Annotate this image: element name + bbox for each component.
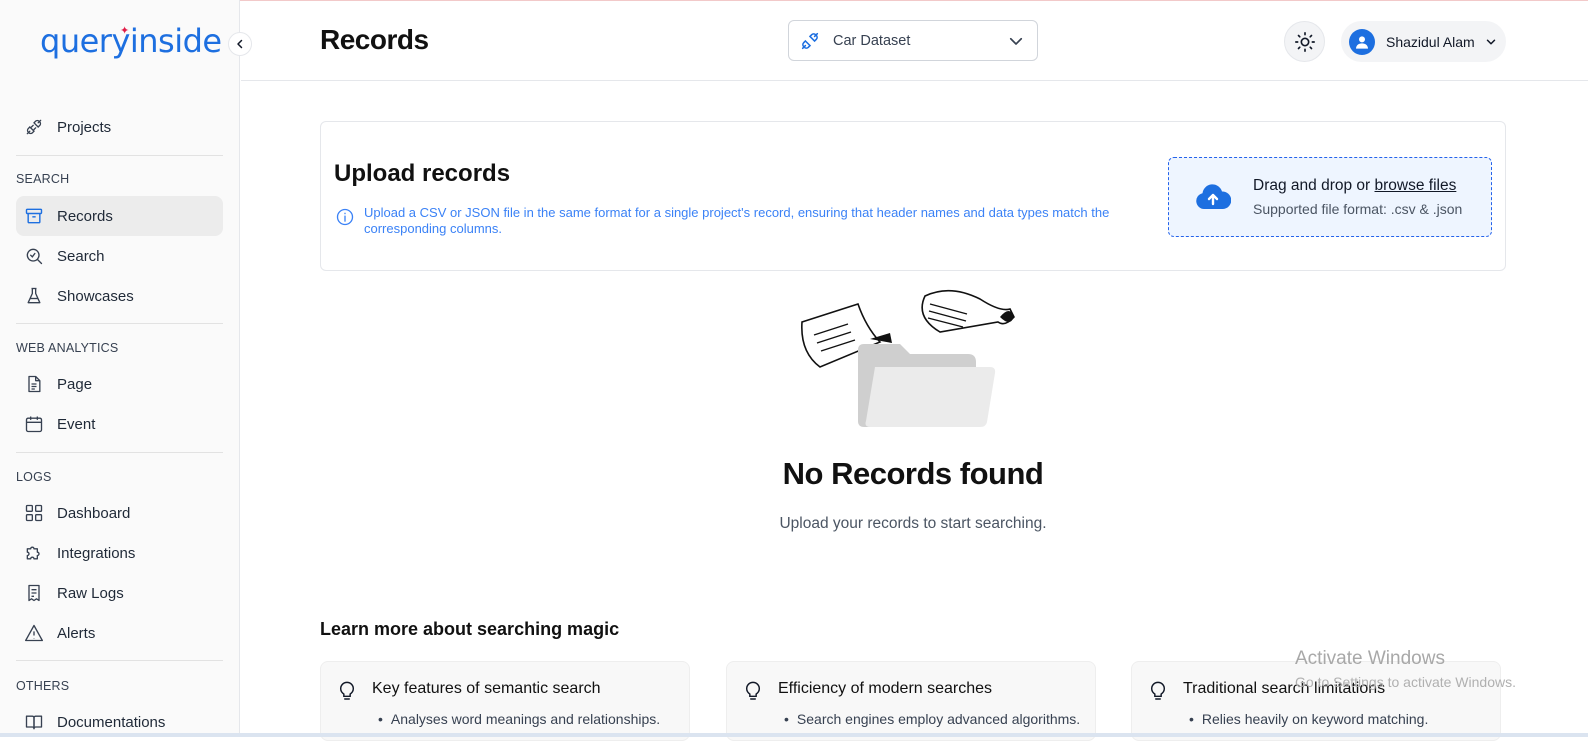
learn-card-semantic-search[interactable]: Key features of semantic search Analyses… <box>320 661 690 741</box>
logo-spark-icon: ✦ <box>120 25 130 37</box>
sidebar-item-label: Raw Logs <box>57 584 124 602</box>
dropzone-main-text: Drag and drop or browse files <box>1253 177 1462 195</box>
warning-icon <box>25 624 43 642</box>
section-title-web-analytics: WEB ANALYTICS <box>16 341 119 355</box>
user-icon <box>1356 35 1368 49</box>
section-title-others: OTHERS <box>16 679 70 693</box>
supported-formats: Supported file format: .csv & .json <box>1253 201 1463 217</box>
archive-icon <box>25 208 43 224</box>
dataset-select-value: Car Dataset <box>833 32 911 49</box>
lightbulb-icon <box>1150 681 1166 700</box>
upload-info: Upload a CSV or JSON file in the same fo… <box>335 205 1134 237</box>
sidebar-divider <box>16 660 223 661</box>
search-icon <box>26 248 43 265</box>
document-icon <box>28 375 41 393</box>
learn-more-title: Learn more about searching magic <box>320 619 620 639</box>
page-title: Records <box>320 24 429 55</box>
learn-card-title: Key features of semantic search <box>372 680 601 697</box>
learn-card-traditional-search[interactable]: Traditional search limitations Relies he… <box>1131 661 1501 741</box>
app-logo[interactable]: queryinside <box>40 22 222 60</box>
learn-card-bullet: Search engines employ advanced algorithm… <box>784 711 1080 727</box>
section-title-logs: LOGS <box>16 470 52 484</box>
chevron-down-icon <box>1486 38 1495 45</box>
sidebar: queryinside ✦ Projects SEARCH Records Se… <box>0 0 240 737</box>
plug-icon <box>26 119 42 135</box>
sidebar-item-label: Event <box>57 415 96 433</box>
sidebar-item-raw-logs[interactable]: Raw Logs <box>16 573 223 613</box>
learn-card-bullet: Relies heavily on keyword matching. <box>1189 711 1428 727</box>
sidebar-item-dashboard[interactable]: Dashboard <box>16 493 223 533</box>
sidebar-item-label: Showcases <box>57 287 134 305</box>
sidebar-item-documentations[interactable]: Documentations <box>16 702 223 737</box>
sidebar-item-showcases[interactable]: Showcases <box>16 276 223 316</box>
sidebar-item-label: Search <box>57 247 105 265</box>
dropzone-prompt: Drag and drop or <box>1253 177 1371 194</box>
puzzle-icon <box>26 546 40 560</box>
bottom-edge <box>0 733 1588 737</box>
sidebar-item-label: Projects <box>57 118 112 136</box>
plug-icon <box>801 32 819 49</box>
sidebar-item-label: Documentations <box>57 713 166 731</box>
dashboard-icon <box>25 504 43 522</box>
sidebar-item-label: Integrations <box>57 544 136 562</box>
theme-toggle-button[interactable] <box>1284 21 1325 62</box>
sidebar-item-label: Alerts <box>57 624 96 642</box>
receipt-icon <box>28 584 40 602</box>
sidebar-item-integrations[interactable]: Integrations <box>16 533 223 573</box>
top-header: Records Car Dataset Shazidul Alam <box>241 0 1588 81</box>
info-icon <box>336 208 354 226</box>
sidebar-divider <box>16 155 223 156</box>
chevron-left-icon <box>237 39 243 49</box>
user-name: Shazidul Alam <box>1386 33 1475 50</box>
flask-icon <box>27 287 41 304</box>
windows-activation-hint: Go to Settings to activate Windows. <box>1295 674 1516 690</box>
cloud-upload-icon <box>1196 184 1231 209</box>
sidebar-item-label: Dashboard <box>57 504 131 522</box>
upload-title: Upload records <box>334 160 511 187</box>
empty-folder-illustration <box>801 289 1015 427</box>
upload-records-card: Upload records Upload a CSV or JSON file… <box>320 121 1506 271</box>
sidebar-item-event[interactable]: Event <box>16 404 223 444</box>
sidebar-item-records[interactable]: Records <box>16 196 223 236</box>
upload-info-text: Upload a CSV or JSON file in the same fo… <box>364 205 1110 236</box>
sidebar-item-page[interactable]: Page <box>16 364 223 404</box>
sidebar-item-label: Page <box>57 375 93 393</box>
browse-files-link[interactable]: browse files <box>1375 177 1457 194</box>
sidebar-item-label: Records <box>57 207 113 225</box>
learn-card-bullet: Analyses word meanings and relationships… <box>378 711 660 727</box>
empty-state-title: No Records found <box>782 456 1044 491</box>
chevron-down-icon <box>1009 37 1023 45</box>
learn-card-modern-searches[interactable]: Efficiency of modern searches Search eng… <box>726 661 1096 741</box>
sidebar-divider <box>16 452 223 453</box>
windows-activation-watermark: Activate Windows <box>1295 648 1445 669</box>
sidebar-item-projects[interactable]: Projects <box>16 107 223 147</box>
avatar <box>1349 28 1375 55</box>
sidebar-divider <box>16 323 223 324</box>
lightbulb-icon <box>745 681 761 700</box>
learn-card-title: Efficiency of modern searches <box>778 680 993 697</box>
calendar-icon <box>25 416 43 433</box>
sidebar-item-alerts[interactable]: Alerts <box>16 613 223 653</box>
dataset-select[interactable]: Car Dataset <box>788 20 1038 61</box>
section-title-search: SEARCH <box>16 172 70 186</box>
sun-icon <box>1294 31 1315 52</box>
collapse-sidebar-button[interactable] <box>228 32 252 56</box>
lightbulb-icon <box>339 681 355 700</box>
user-menu-button[interactable]: Shazidul Alam <box>1341 21 1506 62</box>
sidebar-item-search[interactable]: Search <box>16 236 223 276</box>
file-dropzone[interactable]: Drag and drop or browse files Supported … <box>1168 157 1492 237</box>
book-icon <box>25 715 43 730</box>
empty-state-subtitle: Upload your records to start searching. <box>779 515 1047 532</box>
